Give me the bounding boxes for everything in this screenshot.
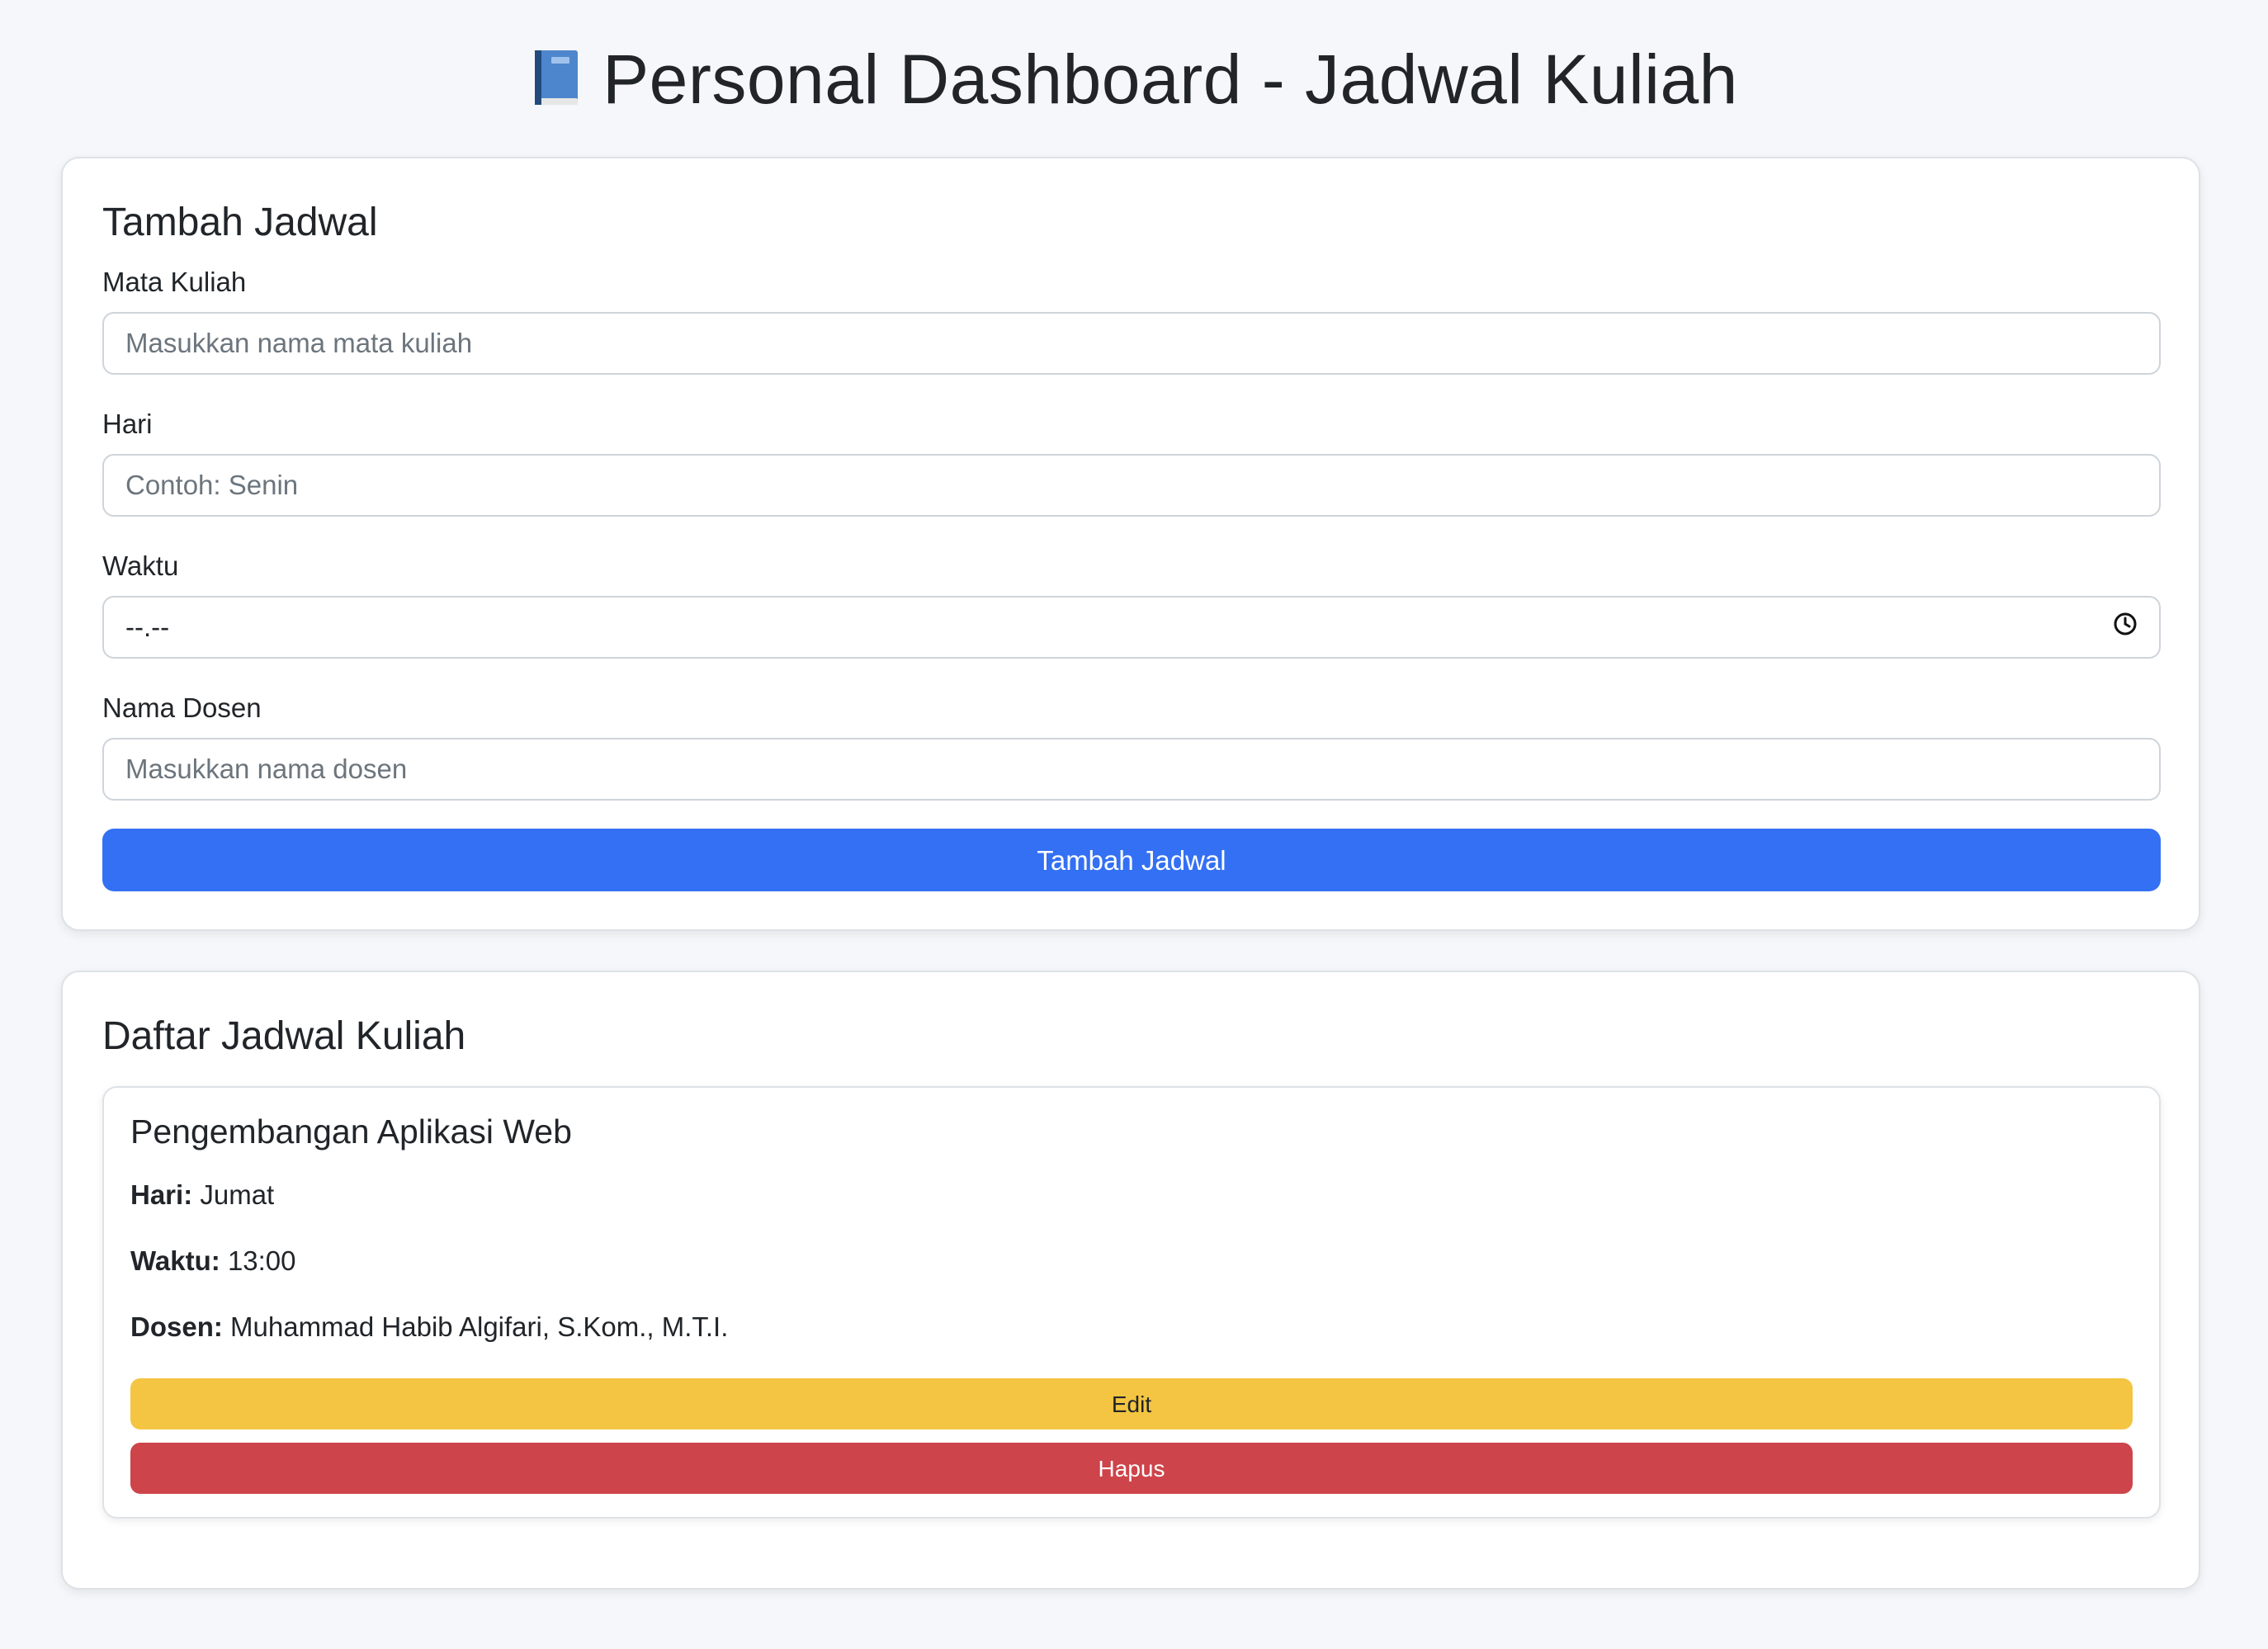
time-input[interactable]: --.-- [102, 596, 2161, 659]
time-row-label: Waktu: [130, 1245, 220, 1276]
time-row: Waktu: 13:00 [130, 1245, 296, 1278]
day-input[interactable] [102, 454, 2161, 517]
edit-button[interactable]: Edit [130, 1378, 2133, 1429]
add-schedule-button[interactable]: Tambah Jadwal [102, 829, 2161, 891]
day-row-value: Jumat [200, 1179, 275, 1210]
add-schedule-heading: Tambah Jadwal [102, 201, 378, 244]
course-title: Pengembangan Aplikasi Web [130, 1113, 572, 1151]
day-row: Hari: Jumat [130, 1179, 274, 1212]
day-row-label: Hari: [130, 1179, 193, 1210]
schedule-list-heading: Daftar Jadwal Kuliah [102, 1014, 466, 1058]
day-label: Hari [102, 409, 153, 439]
delete-button[interactable]: Hapus [130, 1443, 2133, 1494]
lecturer-row-label: Dosen: [130, 1311, 223, 1342]
add-schedule-card: Tambah Jadwal Mata Kuliah Hari Waktu --.… [61, 157, 2200, 931]
course-input[interactable] [102, 312, 2161, 375]
page-title: Personal Dashboard - Jadwal Kuliah [0, 0, 2268, 122]
time-row-value: 13:00 [227, 1245, 296, 1276]
course-label: Mata Kuliah [102, 267, 247, 297]
time-label: Waktu [102, 550, 179, 581]
blue-book-icon [530, 41, 584, 127]
list-item: Pengembangan Aplikasi Web Hari: Jumat Wa… [102, 1086, 2161, 1519]
lecturer-row-value: Muhammad Habib Algifari, S.Kom., M.T.I. [230, 1311, 729, 1342]
lecturer-input[interactable] [102, 738, 2161, 801]
schedule-list-card: Daftar Jadwal Kuliah Pengembangan Aplika… [61, 971, 2200, 1590]
clock-icon[interactable] [2113, 612, 2138, 643]
page-title-text: Personal Dashboard - Jadwal Kuliah [602, 40, 1738, 118]
lecturer-row: Dosen: Muhammad Habib Algifari, S.Kom., … [130, 1311, 728, 1344]
time-input-value: --.-- [125, 612, 170, 642]
lecturer-label: Nama Dosen [102, 692, 262, 723]
